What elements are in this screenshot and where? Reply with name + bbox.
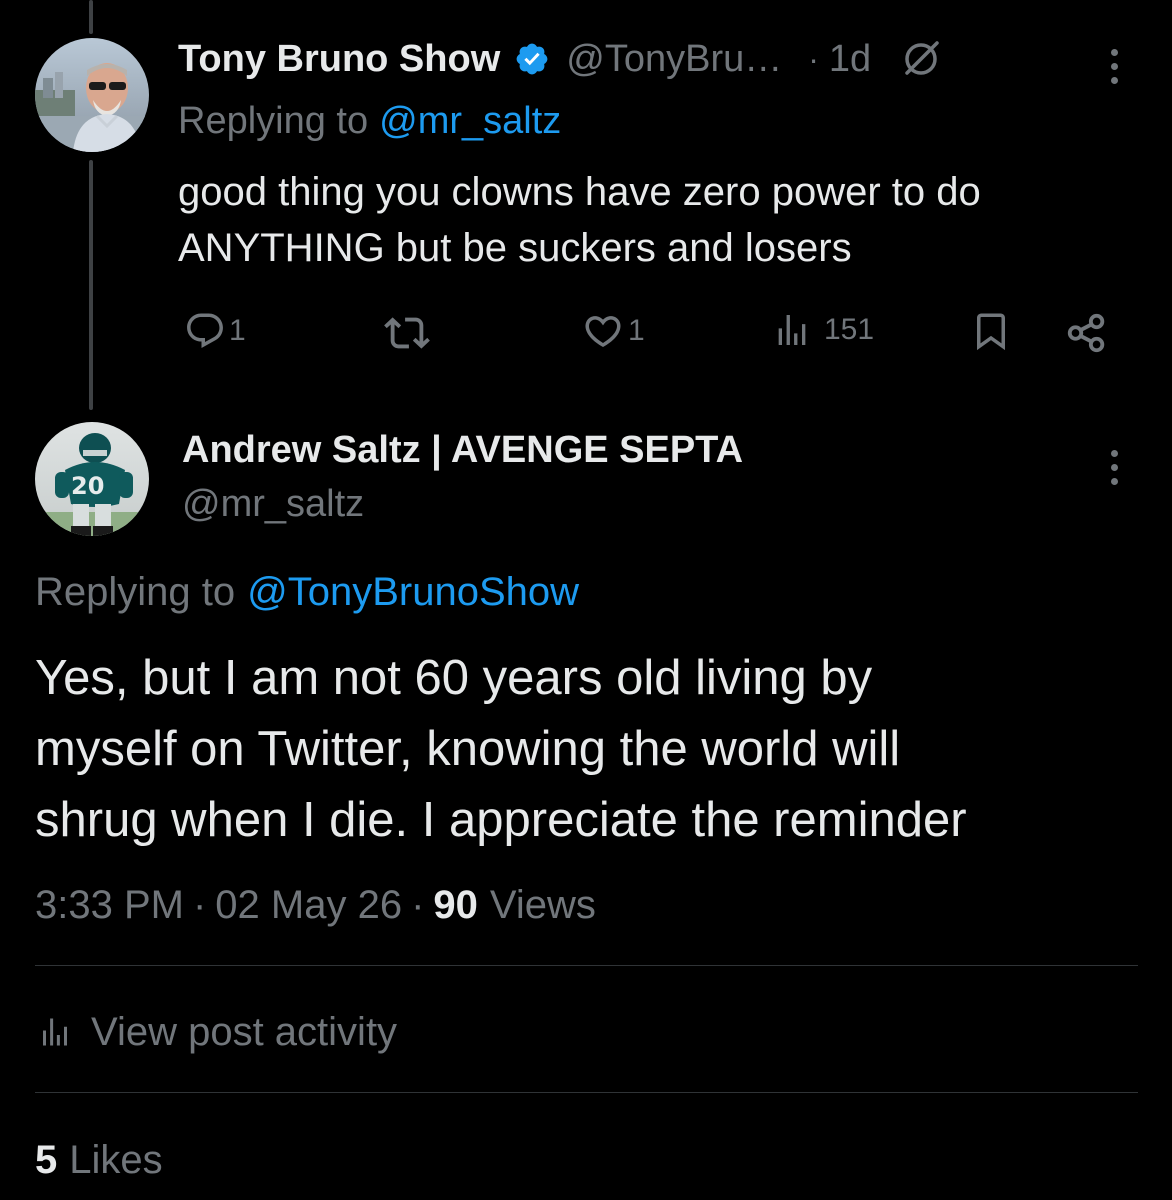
like-count: 1 (628, 314, 645, 347)
bookmark-button[interactable] (970, 310, 1012, 352)
parent-display-name[interactable]: Tony Bruno Show (178, 38, 500, 81)
main-handle[interactable]: @mr_saltz (182, 480, 743, 528)
post-date[interactable]: 02 May 26 (215, 883, 402, 928)
main-display-name[interactable]: Andrew Saltz | AVENGE SEPTA (182, 426, 743, 474)
repost-icon (384, 317, 430, 349)
parent-separator: · (808, 40, 819, 77)
avatar-photo-icon (35, 38, 149, 152)
main-more-options-icon[interactable] (1108, 450, 1120, 485)
like-button[interactable]: 1 (582, 310, 645, 352)
main-post-text-line-2: myself on Twitter, knowing the world wil… (35, 722, 901, 776)
likes-label: Likes (69, 1137, 163, 1182)
main-post-text-line-3: shrug when I die. I appreciate the remin… (35, 793, 967, 847)
views-label: Views (489, 882, 596, 927)
thread-line-top (89, 0, 93, 34)
bookmark-icon (977, 313, 1005, 351)
thread-line-connector (89, 160, 93, 410)
divider-bottom (35, 1092, 1138, 1093)
view-count: 151 (824, 313, 875, 346)
reply-count: 1 (229, 314, 246, 347)
views-count: 90 (433, 882, 478, 927)
parent-post-text-line-1: good thing you clowns have zero power to… (178, 170, 981, 214)
parent-post-text-line-2: ANYTHING but be suckers and losers (178, 226, 852, 270)
views-button[interactable]: 151 (772, 310, 874, 350)
view-post-activity-button[interactable]: View post activity (37, 1007, 397, 1057)
parent-time-ago[interactable]: 1d (829, 38, 871, 81)
main-replying-prefix: Replying to (35, 569, 236, 614)
parent-replying-to-link[interactable]: @mr_saltz (379, 100, 561, 143)
reply-icon (187, 313, 223, 348)
avatar-football-player-icon: 20 (35, 422, 149, 536)
main-replying-to-link[interactable]: @TonyBrunoShow (247, 570, 579, 615)
repost-button[interactable] (384, 310, 430, 356)
analytics-icon (43, 1018, 67, 1046)
divider-top (35, 965, 1138, 966)
post-time[interactable]: 3:33 PM (35, 883, 184, 928)
share-button[interactable] (1064, 310, 1110, 356)
svg-text:20: 20 (71, 472, 104, 500)
heart-icon (585, 316, 621, 348)
parent-more-options-icon[interactable] (1108, 49, 1120, 84)
views-bar-chart-icon (778, 315, 806, 345)
avatar-tony-bruno[interactable] (35, 38, 149, 152)
share-nodes-icon (1067, 313, 1105, 353)
verified-badge-icon (514, 41, 550, 77)
parent-replying-prefix: Replying to (178, 99, 369, 142)
likes-summary[interactable]: 5 Likes (35, 1135, 163, 1185)
likes-count: 5 (35, 1137, 58, 1182)
meta-dot-1: · (192, 882, 207, 927)
grok-slash-icon[interactable] (901, 39, 941, 79)
parent-handle[interactable]: @TonyBru… (566, 38, 782, 81)
avatar-andrew-saltz[interactable]: 20 (35, 422, 149, 536)
meta-dot-2: · (411, 882, 425, 927)
reply-button[interactable]: 1 (184, 310, 246, 352)
main-post-text-line-1: Yes, but I am not 60 years old living by (35, 651, 873, 705)
view-post-activity-label: View post activity (91, 1009, 398, 1054)
